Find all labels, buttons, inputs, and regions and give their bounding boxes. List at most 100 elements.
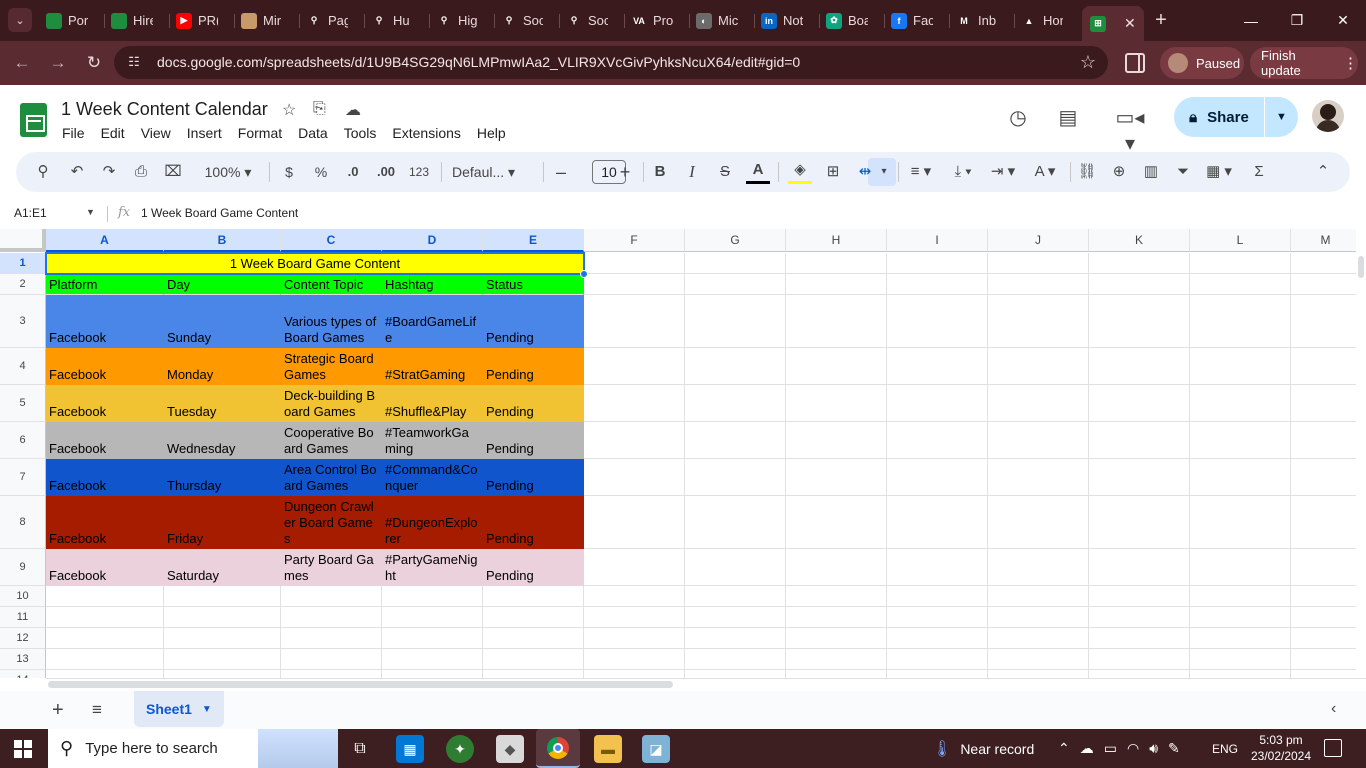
- data-cell[interactable]: #Shuffle&Play: [382, 385, 483, 422]
- browser-tab[interactable]: ⚲ Hig: [436, 6, 478, 35]
- browser-tab[interactable]: VA Pro: [631, 6, 673, 35]
- chrome-taskbar-icon[interactable]: [536, 729, 580, 768]
- row-header[interactable]: 9: [0, 549, 46, 586]
- sheet-tab-sheet1[interactable]: Sheet1 ▼: [134, 691, 224, 727]
- data-cell[interactable]: Facebook: [46, 348, 164, 385]
- grid-cell[interactable]: [685, 607, 786, 628]
- grid-cell[interactable]: [281, 670, 382, 678]
- grid-cell[interactable]: [685, 496, 786, 549]
- grid-cell[interactable]: [1190, 274, 1291, 295]
- grid-cell[interactable]: [382, 586, 483, 607]
- grid-cell[interactable]: [584, 649, 685, 670]
- grid-cell[interactable]: [988, 274, 1089, 295]
- grid-cell[interactable]: [887, 628, 988, 649]
- row-header[interactable]: 13: [0, 649, 46, 670]
- grid-cell[interactable]: [1190, 348, 1291, 385]
- grid-cell[interactable]: [685, 295, 786, 348]
- data-cell[interactable]: Wednesday: [164, 422, 281, 459]
- grid-cell[interactable]: [483, 607, 584, 628]
- grid-cell[interactable]: [786, 295, 887, 348]
- weather-widget[interactable]: 🌡︎ Near record: [932, 729, 1034, 768]
- star-icon[interactable]: ☆: [282, 100, 296, 120]
- row-header[interactable]: 10: [0, 586, 46, 607]
- browser-tab[interactable]: ⚲ Soc: [501, 6, 543, 35]
- increase-font-size-button[interactable]: +: [616, 160, 634, 184]
- data-cell[interactable]: #PartyGameNight: [382, 549, 483, 586]
- header-cell[interactable]: Hashtag: [382, 274, 483, 295]
- merge-dropdown-icon[interactable]: ▾: [878, 160, 890, 184]
- roblox-icon[interactable]: ◆: [496, 735, 524, 763]
- browser-tab[interactable]: ⚲ Pag: [306, 6, 348, 35]
- data-cell[interactable]: #Command&Conquer: [382, 459, 483, 496]
- grid-cell[interactable]: [685, 385, 786, 422]
- grid-cell[interactable]: [164, 670, 281, 678]
- grid-cell[interactable]: [1291, 274, 1356, 295]
- grid-cell[interactable]: [1089, 586, 1190, 607]
- data-cell[interactable]: Strategic Board Games: [281, 348, 382, 385]
- data-cell[interactable]: Pending: [483, 422, 584, 459]
- reload-button[interactable]: ↻: [82, 51, 106, 75]
- grid-cell[interactable]: [786, 496, 887, 549]
- data-cell[interactable]: Pending: [483, 348, 584, 385]
- pen-icon[interactable]: ✎: [1168, 740, 1180, 757]
- data-cell[interactable]: Pending: [483, 496, 584, 549]
- menu-item[interactable]: Format: [238, 125, 282, 141]
- grid-cell[interactable]: [786, 670, 887, 678]
- cloud-saved-icon[interactable]: ☁: [345, 100, 361, 120]
- grid-cell[interactable]: [164, 586, 281, 607]
- grid-cell[interactable]: [685, 586, 786, 607]
- grid-cell[interactable]: [584, 274, 685, 295]
- grid-cell[interactable]: [988, 459, 1089, 496]
- grid-cell[interactable]: [281, 649, 382, 670]
- grid-cell[interactable]: [483, 628, 584, 649]
- decrease-decimal-button[interactable]: .0: [340, 160, 366, 184]
- grid-cell[interactable]: [382, 628, 483, 649]
- data-cell[interactable]: Monday: [164, 348, 281, 385]
- data-cell[interactable]: Deck-building Board Games: [281, 385, 382, 422]
- menu-item[interactable]: Help: [477, 125, 506, 141]
- name-box[interactable]: A1:E1: [14, 206, 47, 220]
- grid-cell[interactable]: [1089, 422, 1190, 459]
- grid-cell[interactable]: [1089, 670, 1190, 678]
- finish-update-button[interactable]: Finish update ⋮: [1250, 47, 1358, 79]
- language-indicator[interactable]: ENG: [1212, 729, 1238, 768]
- paint-format-icon[interactable]: ⌧: [162, 160, 184, 184]
- number-format-button[interactable]: 123: [406, 160, 432, 184]
- data-cell[interactable]: Facebook: [46, 549, 164, 586]
- browser-tab[interactable]: Mir: [241, 6, 283, 35]
- grid-cell[interactable]: [584, 496, 685, 549]
- column-header[interactable]: H: [786, 229, 887, 252]
- column-header[interactable]: D: [382, 229, 483, 252]
- notifications-icon[interactable]: [1324, 739, 1342, 757]
- grid-cell[interactable]: [281, 628, 382, 649]
- grid-cell[interactable]: [988, 549, 1089, 586]
- grid-cell[interactable]: [988, 385, 1089, 422]
- microsoft-store-icon[interactable]: ▦: [396, 735, 424, 763]
- close-tab-icon[interactable]: ✕: [1124, 15, 1136, 32]
- name-box-dropdown-icon[interactable]: ▼: [86, 207, 95, 217]
- grid-cell[interactable]: [786, 422, 887, 459]
- share-button[interactable]: 🔒︎ Share ▼: [1174, 97, 1298, 137]
- minimize-button[interactable]: —: [1228, 0, 1274, 41]
- grid-cell[interactable]: [1089, 348, 1190, 385]
- grid-cell[interactable]: [46, 670, 164, 678]
- data-cell[interactable]: Dungeon Crawler Board Games: [281, 496, 382, 549]
- search-menus-icon[interactable]: ⚲: [32, 160, 54, 184]
- back-button[interactable]: ←: [10, 51, 34, 75]
- column-header[interactable]: I: [887, 229, 988, 252]
- grid-cell[interactable]: [988, 628, 1089, 649]
- grid-cell[interactable]: [1291, 607, 1356, 628]
- grid-cell[interactable]: [887, 253, 988, 274]
- grid-cell[interactable]: [988, 607, 1089, 628]
- browser-tab[interactable]: ⚲ Hu: [371, 6, 413, 35]
- bold-button[interactable]: B: [652, 160, 668, 184]
- grid-cell[interactable]: [164, 649, 281, 670]
- collapse-sidepanel-icon[interactable]: ‹: [1331, 700, 1336, 718]
- menu-item[interactable]: Edit: [101, 125, 125, 141]
- row-header[interactable]: 1: [0, 253, 46, 274]
- data-cell[interactable]: Pending: [483, 385, 584, 422]
- vertical-align-icon[interactable]: ⤓ ▾: [946, 160, 980, 184]
- grid-cell[interactable]: [786, 253, 887, 274]
- grid-cell[interactable]: [483, 670, 584, 678]
- grid-cell[interactable]: [685, 274, 786, 295]
